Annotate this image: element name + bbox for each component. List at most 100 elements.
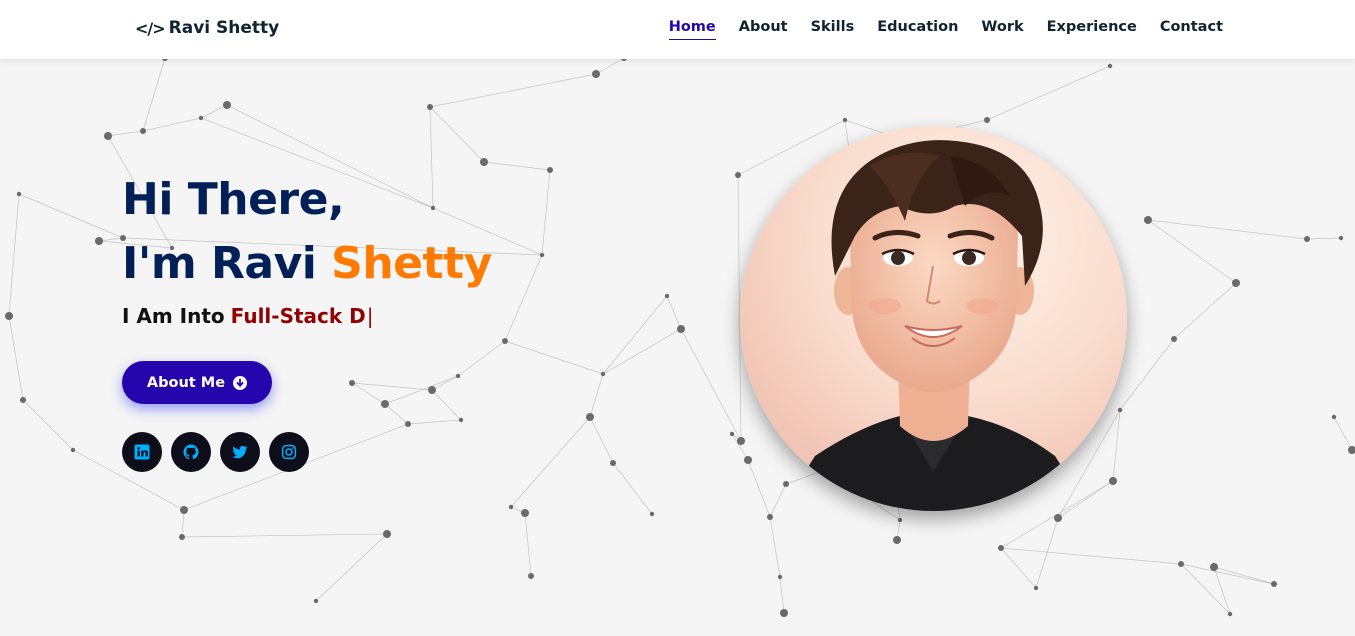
network-node (610, 460, 616, 466)
network-node (1109, 477, 1117, 485)
network-link (1306, 237, 1342, 240)
network-link (1147, 219, 1237, 284)
nav-about[interactable]: About (739, 19, 788, 40)
nav-skills[interactable]: Skills (811, 19, 855, 40)
about-me-label: About Me (146, 374, 226, 391)
network-link (1333, 416, 1353, 451)
main-nav: Home About Skills Education Work Experie… (668, 19, 1223, 40)
network-node (1117, 407, 1123, 413)
network-link (1000, 547, 1037, 589)
network-node (528, 573, 534, 579)
network-link (431, 375, 459, 391)
network-link (8, 315, 24, 401)
network-node (998, 545, 1004, 551)
network-node (1232, 279, 1240, 287)
network-link (589, 373, 604, 418)
network-link (602, 328, 682, 375)
network-node (777, 574, 783, 580)
network-node (1331, 414, 1337, 420)
network-node (1144, 216, 1152, 224)
hero-name-accent: Shetty (331, 238, 492, 289)
nav-contact[interactable]: Contact (1160, 19, 1223, 40)
network-link (510, 416, 591, 508)
avatar-illustration (780, 140, 1090, 511)
network-link (351, 382, 433, 391)
logo[interactable]: </> Ravi Shetty (135, 18, 279, 38)
network-link (1213, 566, 1275, 585)
network-node (735, 172, 741, 178)
network-node (1171, 336, 1177, 342)
network-link (504, 254, 543, 342)
network-link (1057, 480, 1114, 519)
network-link (315, 533, 388, 602)
network-node (95, 237, 103, 245)
network-node (586, 413, 594, 421)
network-link (384, 403, 409, 425)
network-node (729, 431, 735, 437)
network-node (349, 380, 355, 386)
network-node (1304, 236, 1310, 242)
nav-home[interactable]: Home (668, 19, 716, 40)
network-link (429, 106, 485, 163)
network-node (381, 400, 389, 408)
network-node (1178, 561, 1184, 567)
network-node (502, 338, 508, 344)
network-link (181, 533, 388, 538)
twitter-icon (232, 445, 248, 459)
network-node (104, 132, 112, 140)
network-link (779, 576, 785, 614)
network-link (429, 73, 597, 108)
network-link (1147, 219, 1308, 240)
network-node (20, 397, 26, 403)
network-link (142, 57, 166, 132)
network-link (431, 389, 462, 421)
network-node (383, 530, 391, 538)
network-link (769, 516, 781, 578)
network-node (539, 252, 545, 258)
network-link (589, 416, 614, 464)
network-link (18, 193, 124, 239)
profile-avatar (740, 126, 1127, 511)
about-me-button[interactable]: About Me (122, 361, 272, 404)
network-node (1033, 585, 1039, 591)
hero-text: Hi There, I'm Ravi Shetty I Am Into Full… (122, 168, 492, 328)
github-icon (183, 444, 199, 460)
logo-text: Ravi Shetty (168, 18, 280, 38)
network-link (612, 462, 653, 515)
network-link (384, 375, 459, 405)
network-node (893, 536, 901, 544)
arrow-down-circle-icon (233, 375, 248, 390)
linkedin-link[interactable] (122, 432, 162, 472)
network-node (455, 373, 461, 379)
twitter-link[interactable] (220, 432, 260, 472)
nav-education[interactable]: Education (877, 19, 958, 40)
typing-line: I Am Into Full-Stack D | (122, 304, 492, 328)
nav-work[interactable]: Work (981, 19, 1023, 40)
network-link (602, 295, 668, 375)
network-link (1119, 338, 1175, 411)
typing-cursor: | (366, 304, 374, 328)
network-node (1107, 63, 1113, 69)
github-link[interactable] (171, 432, 211, 472)
network-link (504, 340, 604, 375)
social-links (122, 432, 309, 472)
network-node (1227, 611, 1233, 617)
network-node (783, 481, 789, 487)
network-link (22, 399, 74, 451)
network-node (600, 371, 606, 377)
network-node (842, 117, 848, 123)
network-node (140, 128, 146, 134)
network-node (480, 158, 488, 166)
network-node (223, 101, 231, 109)
network-link (769, 483, 787, 518)
network-node (521, 509, 529, 517)
network-node (313, 598, 319, 604)
network-link (666, 295, 682, 330)
network-link (1180, 563, 1231, 615)
network-link (483, 161, 551, 171)
nav-experience[interactable]: Experience (1047, 19, 1137, 40)
network-node (897, 517, 903, 523)
instagram-link[interactable] (269, 432, 309, 472)
network-link (1000, 547, 1182, 565)
network-node (984, 117, 990, 123)
